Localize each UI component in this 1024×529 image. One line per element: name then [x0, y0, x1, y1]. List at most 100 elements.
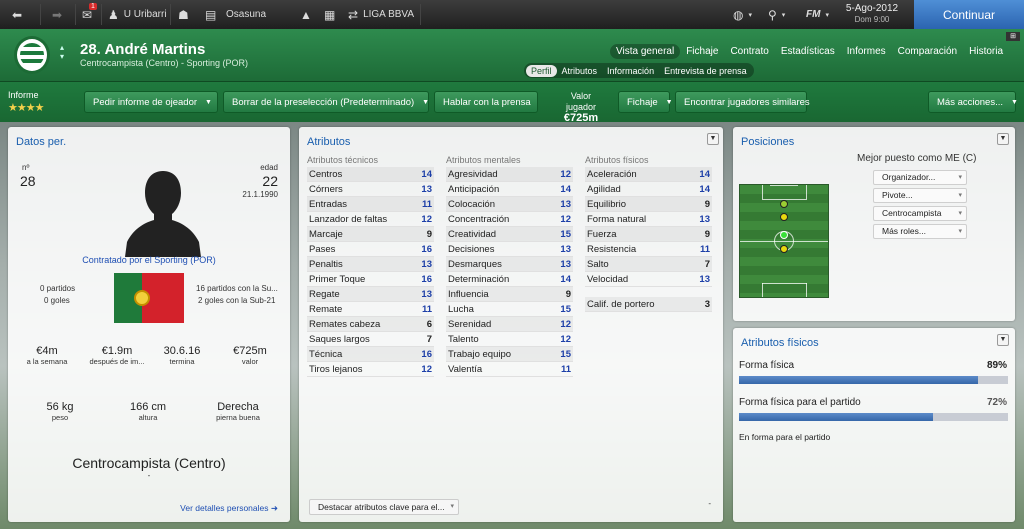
attribute-name: Primer Toque	[309, 274, 366, 285]
screen-badge-icon[interactable]: ⊞	[1006, 32, 1020, 41]
player-value: Valor jugador €725m	[563, 91, 599, 124]
attribute-row: Penaltis 13	[307, 257, 434, 272]
attribute-row: Talento 12	[446, 332, 573, 347]
mental-attributes: Atributos mentales Agresividad 12 Anticipa…	[446, 155, 573, 377]
attribute-value: 14	[560, 274, 571, 285]
search-button[interactable]: ⚲ ▾	[768, 0, 785, 29]
subtab-perfil[interactable]: Perfil	[526, 64, 557, 77]
continue-button[interactable]: Continuar	[914, 0, 1024, 29]
staff-icon: ☗	[178, 7, 189, 22]
inbox-button[interactable]: ✉ 1	[82, 0, 97, 29]
player-number: 28	[20, 173, 36, 189]
attribute-name: Pases	[309, 244, 336, 255]
tab-contrato[interactable]: Contrato	[724, 44, 774, 59]
attribute-row: Agresividad 12	[446, 167, 573, 182]
role-more[interactable]: Más roles... ▾	[873, 224, 967, 239]
attribute-value: 13	[699, 214, 710, 225]
forward-button[interactable]: ➡	[52, 0, 62, 29]
find-similar-button[interactable]: Encontrar jugadores similares	[675, 91, 810, 113]
attribute-value: 12	[421, 214, 432, 225]
panel-title: Posiciones	[741, 136, 795, 148]
more-actions-button[interactable]: Más acciones... ▼	[928, 91, 1018, 113]
subtab-informacion[interactable]: Información	[602, 65, 659, 77]
attribute-row: Pases 16	[307, 242, 434, 257]
subtab-entrevista[interactable]: Entrevista de prensa	[659, 65, 752, 77]
tab-estadisticas[interactable]: Estadísticas	[775, 44, 841, 59]
value-block: €725m valor	[233, 345, 267, 366]
attribute-name: Desmarques	[448, 259, 502, 270]
league-menu[interactable]: ⇄ LIGA BBVA	[348, 0, 414, 29]
attribute-value: 12	[560, 214, 571, 225]
tab-comparacion[interactable]: Comparación	[892, 44, 963, 59]
attributes-panel: Atributos ▼ Atributos técnicos Centros 14…	[299, 127, 723, 522]
report-label: Informe	[8, 90, 39, 100]
role-centrocampista[interactable]: Centrocampista ▾	[873, 206, 967, 221]
attribute-row: Córners 13	[307, 182, 434, 197]
attribute-value: 13	[421, 289, 432, 300]
tactics-button[interactable]: ▲	[300, 0, 312, 29]
contract-club-link[interactable]: Contratado por el Sporting (POR)	[8, 255, 290, 265]
tab-informes[interactable]: Informes	[841, 44, 892, 59]
positions-panel: Posiciones ▼ Mejor puesto como ME (C) Or…	[733, 127, 1015, 321]
subtab-atributos[interactable]: Atributos	[557, 65, 603, 77]
panel-title: Datos per.	[16, 136, 67, 148]
tab-historia[interactable]: Historia	[963, 44, 1009, 59]
world-button[interactable]: ◍ ▾	[733, 0, 752, 29]
role-organizador[interactable]: Organizador... ▾	[873, 170, 967, 185]
date-display: 5-Ago-2012 Dom 9:00	[842, 3, 902, 25]
tab-fichaje[interactable]: Fichaje	[680, 44, 724, 59]
league-name: LIGA BBVA	[363, 9, 415, 20]
manager-name: U Uribarri	[123, 9, 167, 20]
attribute-row: Decisiones 13	[446, 242, 573, 257]
attribute-row: Equilibrio 9	[585, 197, 712, 212]
personal-details-link[interactable]: Ver detalles personales ➜	[180, 503, 278, 514]
panel-menu-button[interactable]: ▼	[997, 133, 1009, 145]
fm-menu[interactable]: FM ▾	[806, 0, 829, 29]
attribute-name: Salto	[587, 259, 609, 270]
attribute-row: Tiros lejanos 12	[307, 362, 434, 377]
panel-menu-button[interactable]: ▼	[997, 334, 1009, 346]
highlight-attributes-select[interactable]: Destacar atributos clave para el... ▾	[309, 499, 459, 515]
person-icon: ♟	[108, 7, 119, 22]
attribute-name: Decisiones	[448, 244, 495, 255]
calendar-button[interactable]: ▦	[324, 0, 335, 29]
mental-header: Atributos mentales	[446, 155, 521, 165]
back-arrow-icon: ⬅	[12, 7, 23, 22]
attribute-row: Desmarques 13	[446, 257, 573, 272]
physical-header: Atributos físicos	[585, 155, 649, 165]
press-button[interactable]: Hablar con la prensa	[434, 91, 538, 113]
back-button[interactable]: ⬅	[12, 0, 22, 29]
clipboard-button[interactable]: ▤	[205, 0, 216, 29]
age-label: edad	[260, 163, 278, 172]
attribute-name: Remates cabeza	[309, 319, 381, 330]
expiry-block: 30.6.16 termina	[163, 345, 201, 366]
tab-vista-general[interactable]: Vista general	[610, 44, 681, 59]
attribute-name: Creatividad	[448, 229, 497, 240]
attribute-name: Colocación	[448, 199, 495, 210]
attribute-row: Lucha 15	[446, 302, 573, 317]
attribute-value: 13	[560, 199, 571, 210]
attribute-row: Serenidad 12	[446, 317, 573, 332]
tactics-icon: ▲	[300, 7, 312, 22]
transfer-button[interactable]: Fichaje ▼	[618, 91, 673, 113]
attribute-name: Lanzador de faltas	[309, 214, 388, 225]
scout-report-button[interactable]: Pedir informe de ojeador ▼	[84, 91, 218, 113]
staff-button[interactable]: ☗	[178, 0, 189, 29]
attribute-row: Centros 14	[307, 167, 434, 182]
panel-menu-button[interactable]: ▼	[707, 133, 719, 145]
main-tabs: Vista general Fichaje Contrato Estadísti…	[610, 44, 1009, 59]
attribute-value: 9	[704, 229, 710, 240]
attribute-name: Regate	[309, 289, 340, 300]
shortlist-button[interactable]: Borrar de la preselección (Predeterminad…	[223, 91, 429, 113]
divider	[170, 4, 171, 25]
senior-caps: 0 partidos	[40, 284, 76, 293]
player-nav-arrows[interactable]: ▴ ▾	[60, 43, 70, 61]
attribute-row: Valentía 11	[446, 362, 573, 377]
club-menu[interactable]: Osasuna	[226, 0, 266, 29]
attribute-value: 16	[421, 244, 432, 255]
condition-bar	[739, 376, 1008, 384]
attribute-value: 9	[565, 289, 571, 300]
attribute-name: Centros	[309, 169, 343, 180]
manager-menu[interactable]: ♟ U Uribarri	[108, 0, 167, 29]
role-pivote[interactable]: Pivote... ▾	[873, 188, 967, 203]
